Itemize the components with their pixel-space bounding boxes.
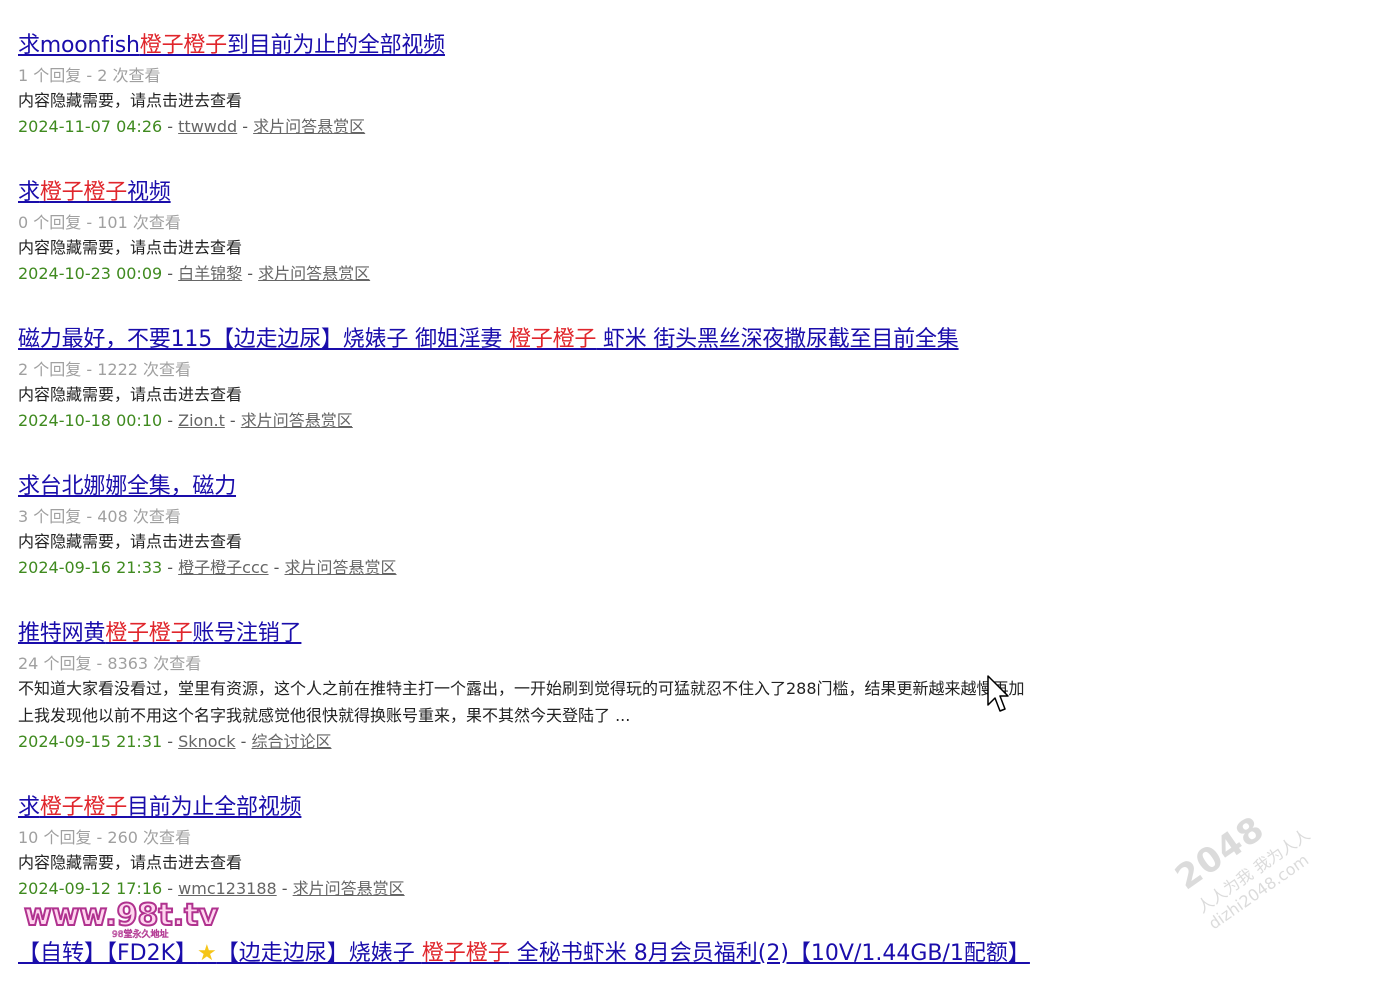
result-item: 求台北娜娜全集，磁力 3 个回复 - 408 次查看内容隐藏需要，请点击进去查看 2…	[18, 471, 1178, 581]
author-link[interactable]: ttwwdd	[178, 117, 237, 136]
result-stats: 3 个回复 - 408 次查看	[18, 507, 181, 526]
site-logo-watermark: www.98t.tv 98堂永久地址	[20, 895, 240, 943]
result-footer: 2024-09-15 21:31 - Sknock - 综合讨论区	[18, 729, 1178, 755]
forum-link[interactable]: 求片问答悬赏区	[258, 264, 370, 283]
logo-graphic: www.98t.tv 98堂永久地址	[23, 897, 219, 940]
title-highlight: 橙子橙子	[39, 180, 128, 205]
title-highlight: 橙子橙子	[105, 621, 193, 646]
title-highlight: 橙子橙子	[421, 941, 510, 966]
separator: -	[276, 879, 293, 898]
forum-link[interactable]: 求片问答悬赏区	[241, 411, 353, 430]
title-highlight: 橙子橙子	[139, 33, 227, 58]
star-icon: ★	[197, 941, 217, 966]
site-watermark: 2048 人人为我 我为人人 dizhi2048.com	[1168, 762, 1384, 988]
result-date: 2024-09-16 21:33	[18, 558, 163, 577]
result-item: 磁力最好，不要115【边走边尿】烧婊子 御姐淫妻 橙子橙子 虾米 街头黑丝深夜撒…	[18, 324, 1178, 434]
result-item: 求橙子橙子视频 0 个回复 - 101 次查看内容隐藏需要，请点击进去查看 2024…	[18, 177, 1178, 287]
separator: -	[237, 117, 254, 136]
result-date: 2024-11-07 04:26	[18, 117, 163, 136]
mouse-cursor-icon	[987, 675, 1009, 712]
result-date: 2024-10-23 00:09	[18, 264, 163, 283]
author-link[interactable]: 白羊锦黎	[178, 264, 242, 283]
result-footer: 2024-10-18 00:10 - Zion.t - 求片问答悬赏区	[18, 408, 1178, 434]
title-text: 视频	[127, 180, 171, 205]
title-text: 求moonfish	[18, 33, 140, 58]
result-snippet: 内容隐藏需要，请点击进去查看	[18, 853, 243, 872]
result-title-link[interactable]: 求moonfish橙子橙子到目前为止的全部视频	[18, 30, 1178, 62]
forum-link[interactable]: 求片问答悬赏区	[285, 558, 397, 577]
result-snippet: 内容隐藏需要，请点击进去查看	[18, 532, 243, 551]
author-link[interactable]: 橙子橙子ccc	[178, 558, 268, 577]
title-text: 推特网黄	[18, 621, 106, 646]
separator: -	[162, 264, 179, 283]
title-text: 求	[18, 180, 40, 205]
forum-link[interactable]: 综合讨论区	[252, 732, 332, 751]
result-footer: 2024-10-23 00:09 - 白羊锦黎 - 求片问答悬赏区	[18, 261, 1178, 287]
title-text: 磁力最好，不要115【边走边尿】烧婊子 御姐淫妻	[18, 327, 509, 352]
result-title-link[interactable]: 推特网黄橙子橙子账号注销了	[18, 618, 1178, 650]
title-text: 【边走边尿】烧婊子	[216, 941, 422, 966]
result-item: 求橙子橙子目前为止全部视频 10 个回复 - 260 次查看内容隐藏需要，请点击进…	[18, 792, 1178, 902]
result-item: 求moonfish橙子橙子到目前为止的全部视频 1 个回复 - 2 次查看内容隐藏…	[18, 30, 1178, 140]
title-text: 到目前为止的全部视频	[226, 33, 445, 58]
result-stats: 2 个回复 - 1222 次查看	[18, 360, 192, 379]
title-text: 求台北娜娜全集，磁力	[18, 474, 237, 499]
title-text: 【自转】【FD2K】	[18, 941, 198, 966]
result-title-link[interactable]: 磁力最好，不要115【边走边尿】烧婊子 御姐淫妻 橙子橙子 虾米 街头黑丝深夜撒…	[18, 324, 1178, 356]
author-link[interactable]: Zion.t	[178, 411, 225, 430]
forum-link[interactable]: 求片问答悬赏区	[293, 879, 405, 898]
separator: -	[162, 558, 179, 577]
result-title-link[interactable]: 求橙子橙子视频	[18, 177, 1178, 209]
result-date: 2024-09-15 21:31	[18, 732, 163, 751]
result-date: 2024-10-18 00:10	[18, 411, 163, 430]
result-title-link[interactable]: 求台北娜娜全集，磁力	[18, 471, 1178, 503]
result-stats: 1 个回复 - 2 次查看	[18, 66, 161, 85]
result-snippet: 内容隐藏需要，请点击进去查看	[18, 91, 243, 110]
title-text: 求	[18, 795, 40, 820]
title-highlight: 橙子橙子	[508, 327, 597, 352]
result-snippet: 内容隐藏需要，请点击进去查看	[18, 238, 243, 257]
separator: -	[268, 558, 285, 577]
separator: -	[162, 411, 179, 430]
separator: -	[235, 732, 252, 751]
result-footer: 2024-09-16 21:33 - 橙子橙子ccc - 求片问答悬赏区	[18, 555, 1178, 581]
separator: -	[162, 117, 179, 136]
forum-link[interactable]: 求片问答悬赏区	[253, 117, 365, 136]
separator: -	[224, 411, 241, 430]
title-text: 目前为止全部视频	[127, 795, 302, 820]
result-title-link[interactable]: 求橙子橙子目前为止全部视频	[18, 792, 1178, 824]
title-text: 全秘书虾米 8月会员福利(2)【10V/1.44GB/1配额】	[509, 941, 1030, 966]
author-link[interactable]: Sknock	[178, 732, 235, 751]
title-text: 虾米 街头黑丝深夜撒尿截至目前全集	[596, 327, 959, 352]
result-snippet: 内容隐藏需要，请点击进去查看	[18, 385, 243, 404]
logo-subtext: 98堂永久地址	[112, 928, 168, 939]
result-stats: 10 个回复 - 260 次查看	[18, 828, 192, 847]
separator: -	[242, 264, 259, 283]
title-text: 账号注销了	[192, 621, 302, 646]
result-stats: 24 个回复 - 8363 次查看	[18, 654, 202, 673]
result-stats: 0 个回复 - 101 次查看	[18, 213, 181, 232]
result-footer: 2024-11-07 04:26 - ttwwdd - 求片问答悬赏区	[18, 114, 1178, 140]
logo-text: www.98t.tv	[24, 898, 218, 933]
title-highlight: 橙子橙子	[39, 795, 128, 820]
search-results-list: 求moonfish橙子橙子到目前为止的全部视频 1 个回复 - 2 次查看 内容隐藏…	[18, 30, 1178, 939]
separator: -	[162, 732, 179, 751]
